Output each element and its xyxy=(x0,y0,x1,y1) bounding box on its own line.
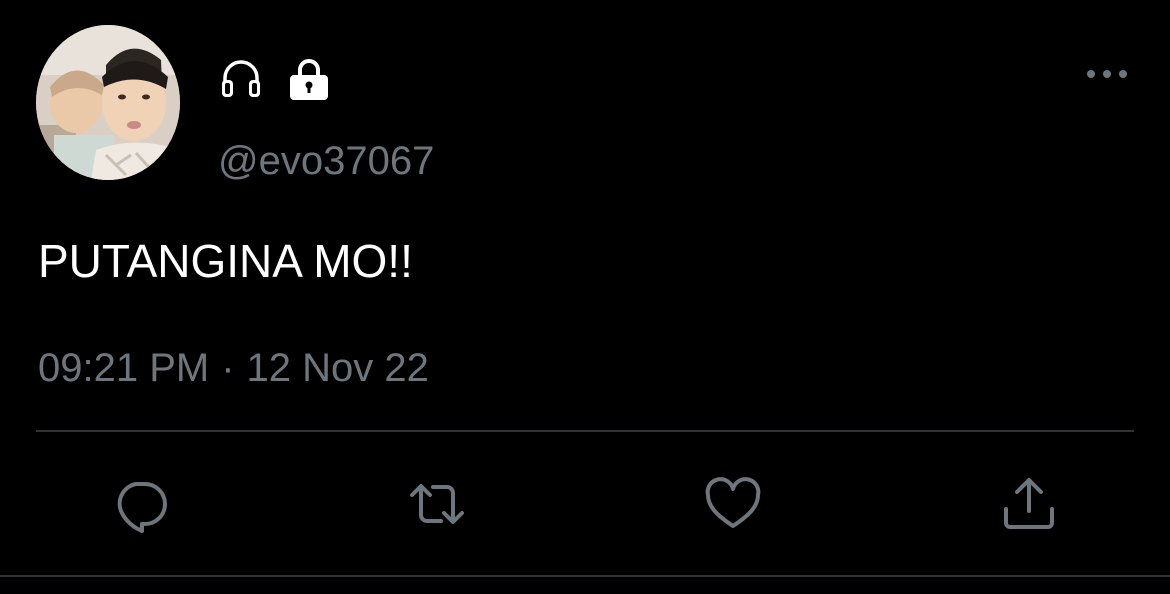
tweet-text: PUTANGINA MO!! xyxy=(38,235,413,287)
headphones-icon xyxy=(222,60,260,97)
like-button[interactable] xyxy=(703,474,763,534)
retweet-icon xyxy=(410,484,464,524)
meta-separator: · xyxy=(221,346,235,390)
lock-icon xyxy=(290,59,328,100)
bottom-divider xyxy=(0,575,1170,577)
like-icon xyxy=(705,477,761,528)
more-options-icon[interactable] xyxy=(1083,62,1131,86)
reply-button[interactable] xyxy=(111,474,171,534)
name-badges xyxy=(218,55,332,103)
tweet: @evo37067 PUTANGINA MO!! 09:21 PM · 12 Nov… xyxy=(0,0,1170,594)
reply-icon xyxy=(117,482,167,533)
tweet-time[interactable]: 09:21 PM xyxy=(38,346,209,390)
avatar-photo xyxy=(36,25,180,180)
tweet-date[interactable]: 12 Nov 22 xyxy=(247,346,429,390)
share-button[interactable] xyxy=(999,474,1059,534)
divider xyxy=(36,430,1134,432)
tweet-timestamp: 09:21 PM · 12 Nov 22 xyxy=(38,344,429,392)
share-icon xyxy=(1004,478,1054,529)
retweet-button[interactable] xyxy=(407,474,467,534)
avatar[interactable] xyxy=(36,25,180,180)
user-handle[interactable]: @evo37067 xyxy=(218,138,434,184)
